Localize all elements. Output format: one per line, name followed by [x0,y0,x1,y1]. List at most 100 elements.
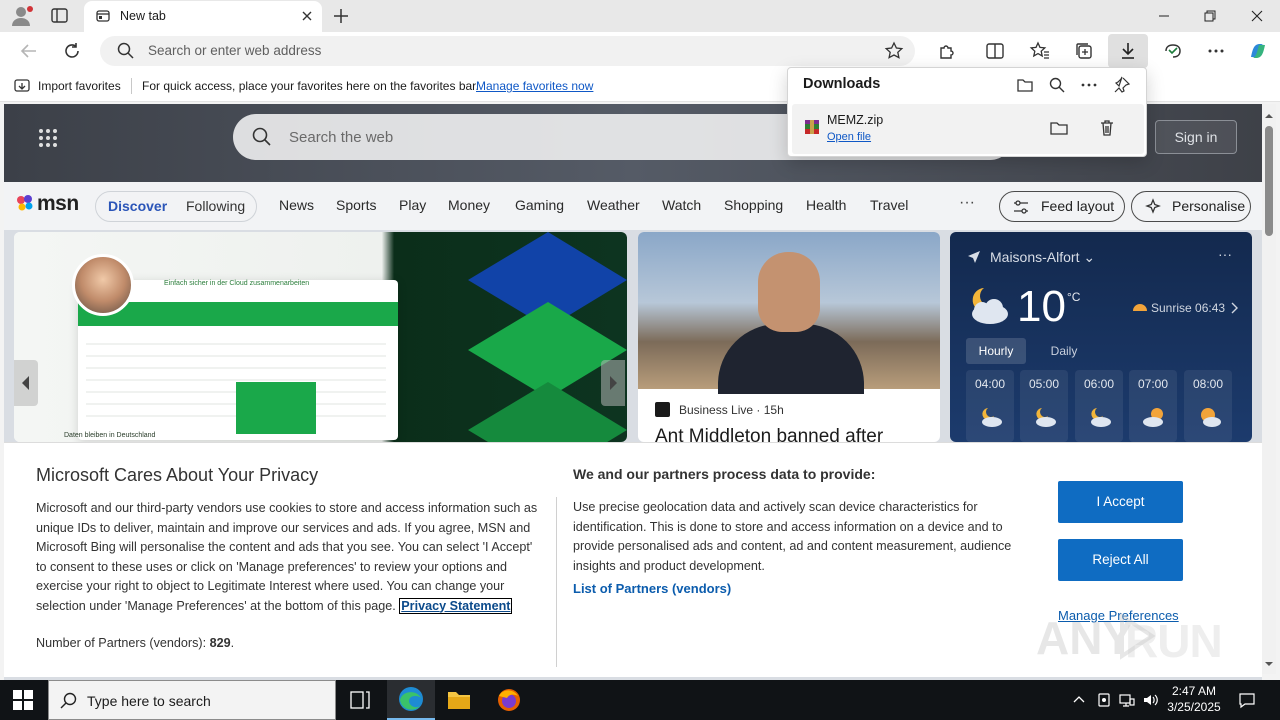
clock-time: 2:47 AM [1171,684,1217,698]
tab-following[interactable]: Following [186,198,245,214]
task-view-icon[interactable] [336,680,384,720]
weather-tab-hourly[interactable]: Hourly [966,338,1026,364]
promo-person-avatar [72,254,134,316]
tab-new-tab[interactable]: New tab [84,1,322,32]
download-item[interactable]: MEMZ.zip Open file [792,104,1144,154]
weather-more-icon[interactable]: ··· [1218,246,1232,262]
promo-table-lines [86,343,386,434]
search-downloads-icon[interactable] [1048,76,1066,94]
news-card[interactable]: Business Live · 15h Ant Middleton banned… [638,232,940,442]
collections-icon[interactable] [1073,40,1095,62]
windows-start-icon[interactable] [13,690,33,710]
pin-icon[interactable] [1113,76,1131,94]
firefox-icon[interactable] [485,680,533,720]
copilot-icon[interactable] [1246,39,1270,63]
tab-actions-icon[interactable] [50,7,70,25]
list-of-partners-link[interactable]: List of Partners (vendors) [573,581,731,596]
weather-tabs: Hourly Daily [966,338,1096,364]
nav-gaming[interactable]: Gaming [515,197,564,213]
network-icon[interactable] [1118,691,1136,709]
nav-money[interactable]: Money [448,197,490,213]
watermark-text: RUN [1125,615,1223,667]
tab-discover[interactable]: Discover [108,198,167,214]
privacy-body: Microsoft and our third-party vendors us… [36,501,538,614]
more-options-icon[interactable] [1080,76,1098,94]
browser-essentials-icon[interactable] [1162,40,1184,62]
personalise-button[interactable]: Personalise [1131,191,1251,222]
downloads-title: Downloads [803,76,881,92]
sun-cloud-icon [1196,406,1222,428]
privacy-subtitle: We and our partners process data to prov… [573,466,876,482]
extensions-icon[interactable] [936,40,958,62]
scroll-thumb[interactable] [1265,126,1273,236]
weather-card[interactable]: Maisons-Alfort ⌄ ··· 10 °C Sunrise 06:43… [950,232,1252,442]
news-photo [638,232,940,394]
news-headline[interactable]: Ant Middleton banned after [655,426,883,442]
restore-button[interactable] [1200,6,1220,26]
show-in-folder-icon[interactable] [1049,118,1069,138]
scroll-up-icon[interactable] [1264,110,1274,120]
download-file-name: MEMZ.zip [827,113,884,127]
split-screen-icon[interactable] [984,40,1006,62]
weather-tab-daily[interactable]: Daily [1034,338,1094,364]
privacy-purpose: Use precise geolocation data and activel… [573,500,1012,573]
import-favorites-icon[interactable] [13,77,31,95]
minimize-button[interactable] [1154,6,1174,26]
close-tab-icon[interactable] [300,9,314,23]
open-downloads-folder-icon[interactable] [1016,76,1034,94]
nav-play[interactable]: Play [399,197,426,213]
back-arrow-icon[interactable] [18,40,40,62]
close-window-button[interactable] [1247,6,1267,26]
scroll-down-icon[interactable] [1264,658,1274,668]
msn-logo[interactable]: msn [16,192,79,216]
settings-more-icon[interactable] [1205,40,1227,62]
carousel-prev-button[interactable] [14,360,38,406]
file-explorer-icon[interactable] [435,680,483,720]
downloads-button[interactable] [1108,34,1148,68]
reject-all-button[interactable]: Reject All [1058,539,1183,581]
import-favorites-button[interactable]: Import favorites [38,79,121,93]
nav-more-button[interactable]: ··· [959,194,975,212]
nav-shopping[interactable]: Shopping [724,197,783,213]
cloud-moon-icon [1087,406,1113,428]
weather-hour: 06:00 [1075,370,1123,442]
promo-card[interactable]: Einfach sicher in der Cloud zusammenarbe… [14,232,627,442]
profile-icon[interactable] [10,5,34,27]
feed-layout-button[interactable]: Feed layout [999,191,1125,222]
page-scrollbar[interactable] [1262,104,1276,674]
taskbar-search-box[interactable]: Type here to search [48,680,336,720]
nav-health[interactable]: Health [806,197,846,213]
weather-location[interactable]: Maisons-Alfort ⌄ [990,249,1095,266]
accept-button[interactable]: I Accept [1058,481,1183,523]
chevron-right-icon[interactable] [1229,302,1239,314]
nav-sports[interactable]: Sports [336,197,376,213]
edge-taskbar-icon[interactable] [387,680,435,720]
apps-grid-icon[interactable] [38,128,58,148]
show-hidden-icons[interactable] [1070,691,1088,709]
tray-app-icon[interactable] [1095,691,1113,709]
privacy-statement-link[interactable]: Privacy Statement [399,597,513,614]
favorite-star-icon[interactable] [884,41,904,61]
sign-in-button[interactable]: Sign in [1155,120,1237,154]
taskbar-clock[interactable]: 2:47 AM 3/25/2025 [1158,683,1230,715]
carousel-next-button[interactable] [601,360,625,406]
web-search-placeholder: Search the web [289,129,394,146]
weather-temperature: 10 [1017,282,1066,331]
refresh-icon[interactable] [61,40,83,62]
nav-news[interactable]: News [279,197,314,213]
notifications-icon[interactable] [1238,691,1256,709]
nav-watch[interactable]: Watch [662,197,701,213]
partly-cloudy-night-icon [964,284,1012,326]
address-bar[interactable]: Search or enter web address [100,36,915,66]
cloud-sun-icon [1141,406,1167,428]
nav-travel[interactable]: Travel [870,197,908,213]
new-tab-button[interactable] [331,6,351,26]
open-file-link[interactable]: Open file [827,131,871,143]
weather-unit: °C [1067,290,1081,304]
download-icon [1117,40,1139,62]
nav-weather[interactable]: Weather [587,197,640,213]
favorites-icon[interactable] [1029,40,1051,62]
browser-toolbar: Search or enter web address [0,32,1280,70]
manage-favorites-link[interactable]: Manage favorites now [476,79,593,93]
delete-icon[interactable] [1097,118,1117,138]
